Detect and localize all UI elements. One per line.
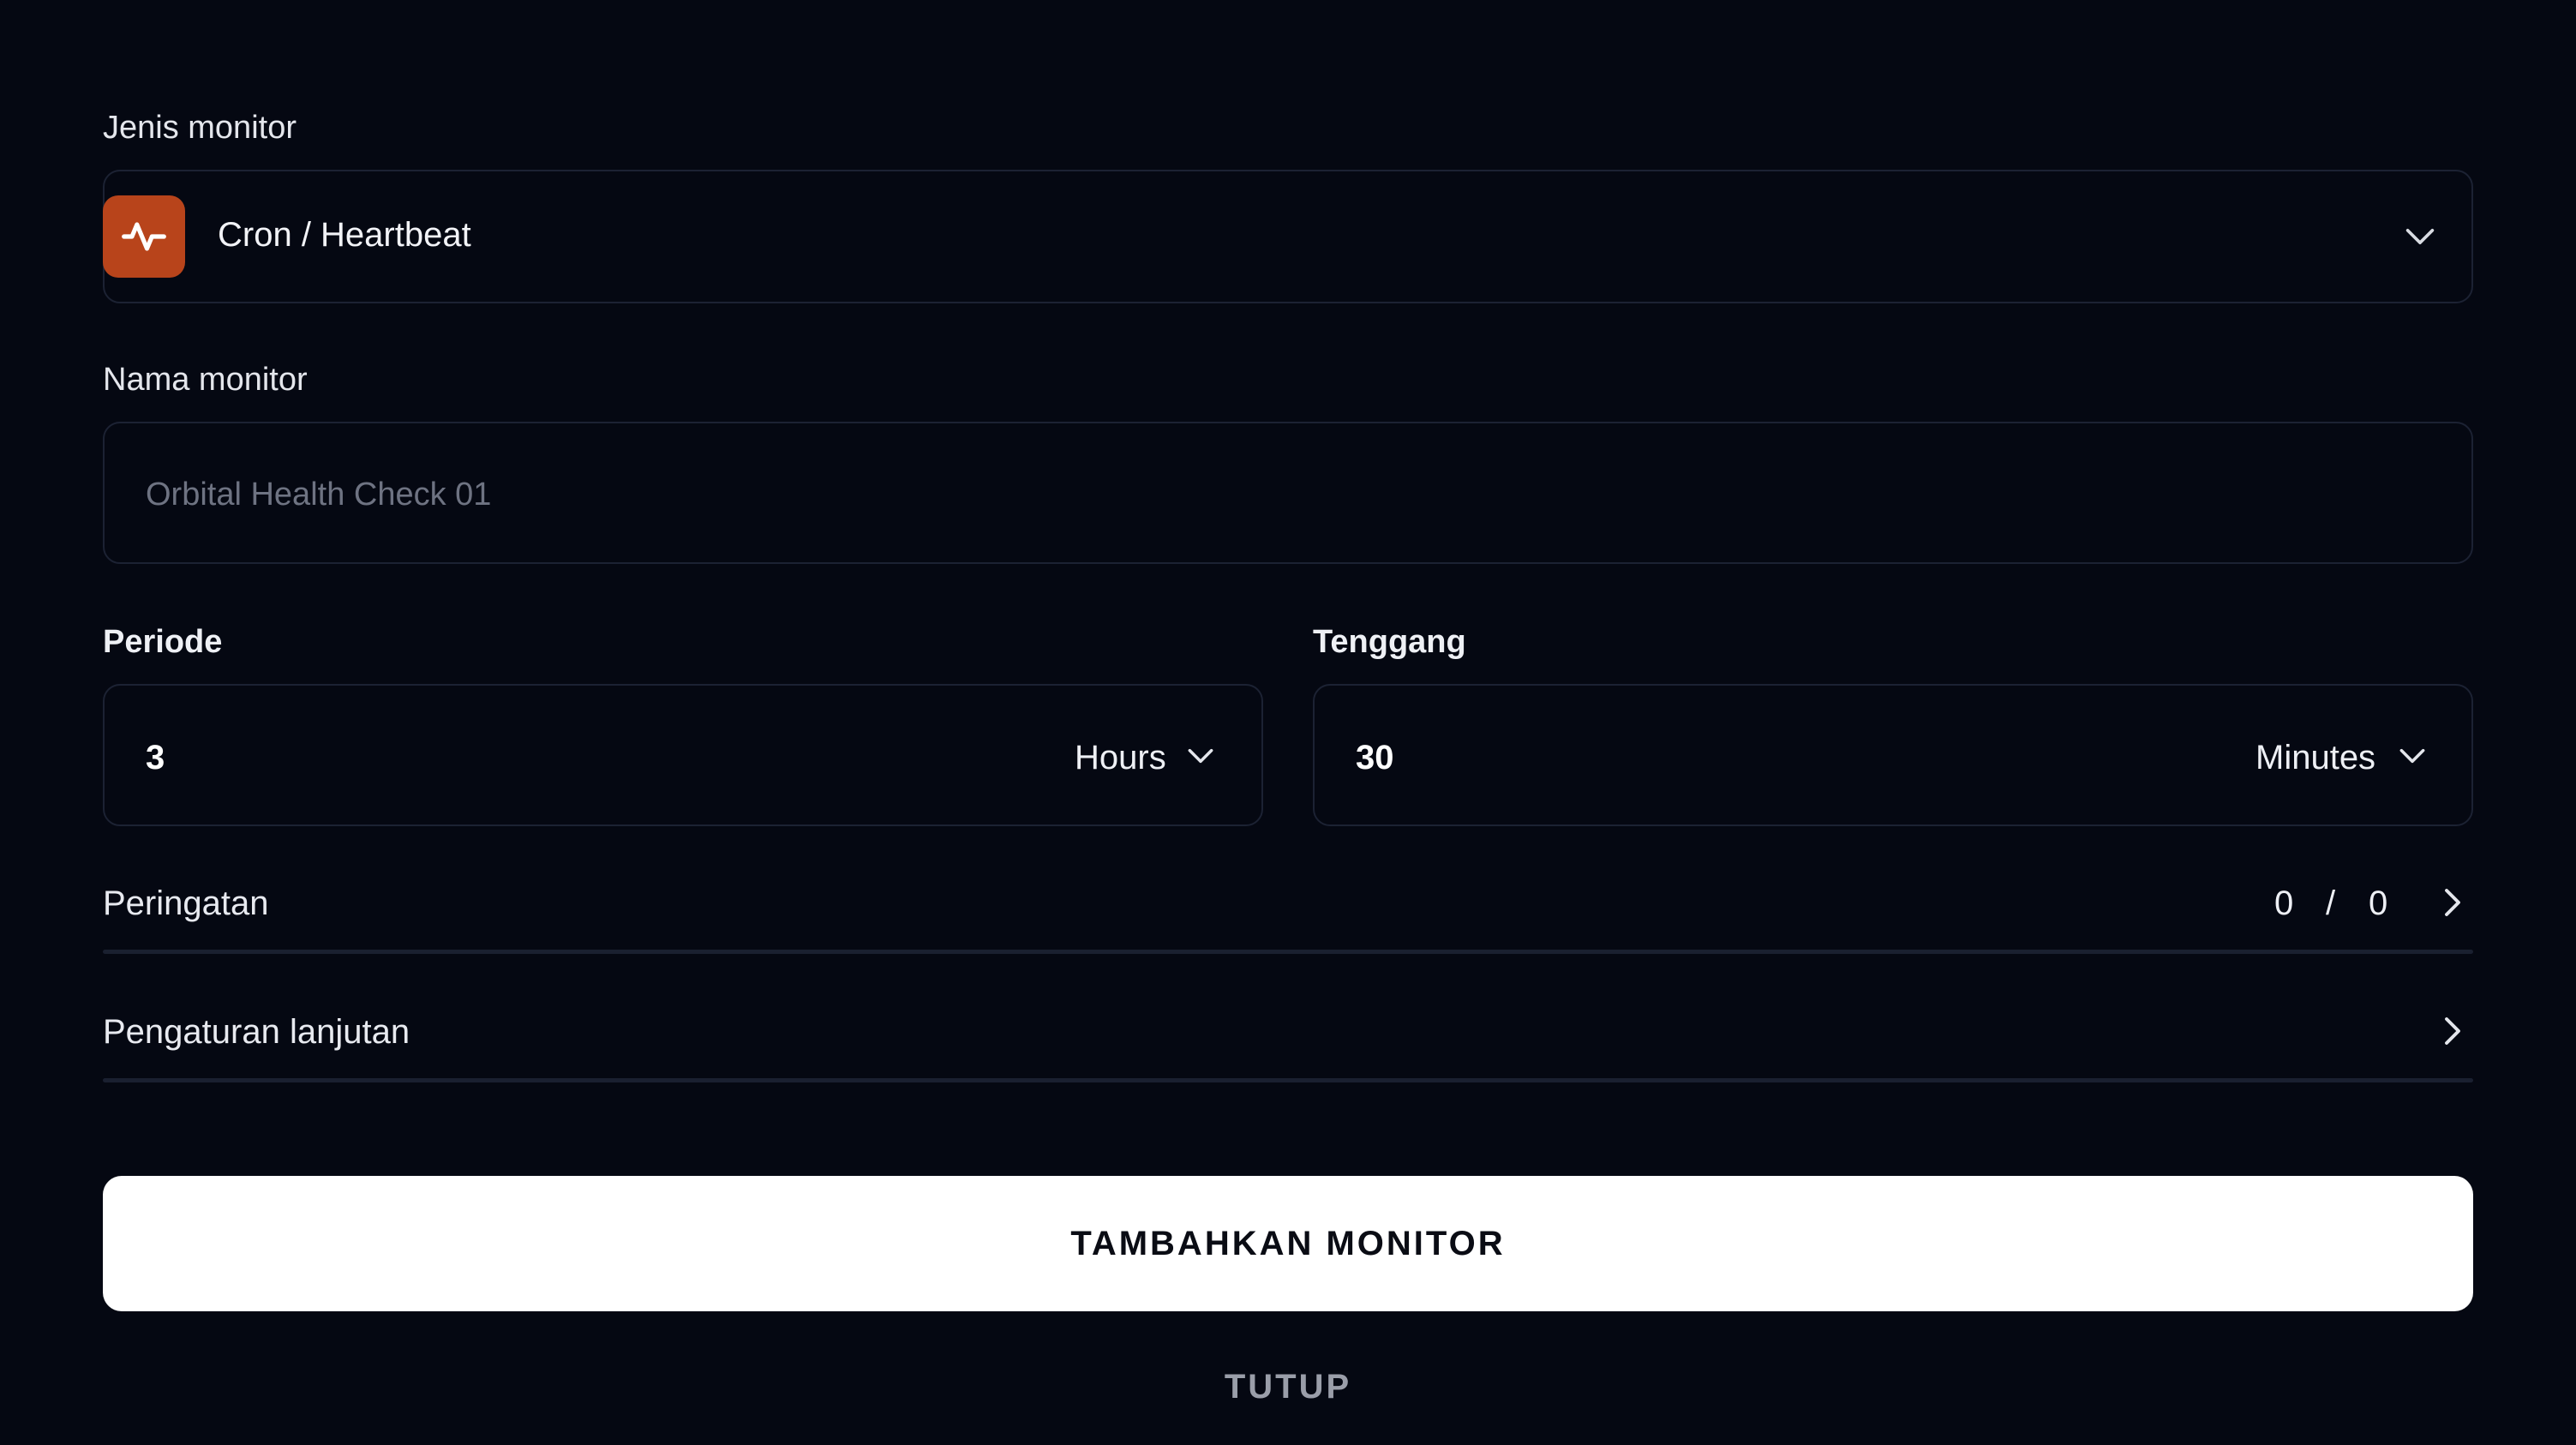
- monitor-type-value: Cron / Heartbeat: [218, 216, 471, 254]
- monitor-type-label: Jenis monitor: [103, 110, 297, 146]
- chevron-down-icon[interactable]: [1184, 742, 1217, 770]
- chevron-right-icon[interactable]: [2439, 1013, 2466, 1049]
- chevron-right-icon[interactable]: [2439, 884, 2466, 920]
- period-unit-select[interactable]: Hours: [1075, 740, 1166, 775]
- chevron-down-icon[interactable]: [2401, 221, 2439, 252]
- alerts-count-right: 0: [2369, 884, 2388, 922]
- divider: [103, 1078, 2473, 1082]
- heartbeat-icon: [103, 195, 185, 278]
- grace-label: Tenggang: [1313, 624, 1466, 660]
- chevron-down-icon[interactable]: [2396, 742, 2429, 770]
- grace-value[interactable]: 30: [1356, 740, 1394, 775]
- divider: [103, 950, 2473, 954]
- add-monitor-form: Jenis monitor Cron / Heartbeat Nama moni…: [0, 0, 2576, 1445]
- alerts-count-separator: /: [2326, 884, 2336, 922]
- advanced-settings-label[interactable]: Pengaturan lanjutan: [103, 1015, 410, 1049]
- grace-unit-select[interactable]: Minutes: [2255, 740, 2375, 775]
- alerts-row-label[interactable]: Peringatan: [103, 886, 268, 920]
- monitor-name-placeholder: Orbital Health Check 01: [146, 477, 492, 513]
- period-value[interactable]: 3: [146, 740, 165, 775]
- monitor-name-label: Nama monitor: [103, 362, 308, 398]
- close-button[interactable]: TUTUP: [1114, 1363, 1462, 1411]
- add-monitor-button[interactable]: TAMBAHKAN MONITOR: [103, 1176, 2473, 1311]
- alerts-count-left: 0: [2274, 884, 2294, 922]
- period-label: Periode: [103, 624, 223, 660]
